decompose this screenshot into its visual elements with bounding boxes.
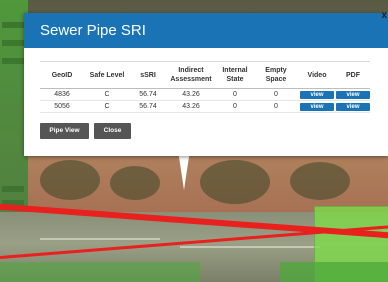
tree-canopy bbox=[290, 162, 350, 200]
cell-geoid: 4836 bbox=[40, 88, 84, 101]
popup-title: Sewer Pipe SRI bbox=[40, 22, 146, 39]
column-header-ssri: sSRI bbox=[130, 61, 166, 89]
parcel-cell bbox=[2, 22, 24, 28]
pdf-view-button[interactable]: view bbox=[336, 102, 370, 111]
parcel-cell bbox=[2, 58, 24, 64]
table-row: 4836 C 56.74 43.26 0 0 view view bbox=[40, 88, 370, 101]
cell-geoid: 5056 bbox=[40, 100, 84, 113]
popup-pointer bbox=[178, 150, 190, 190]
column-header-geoid: GeoID bbox=[40, 61, 84, 89]
cell-pdf: view bbox=[336, 100, 370, 113]
column-header-safe-level: Safe Level bbox=[84, 61, 130, 89]
parcel-cell bbox=[2, 186, 24, 192]
sewer-pipe-popup: Sewer Pipe SRI x GeoID Safe Level sSRI I… bbox=[24, 10, 388, 156]
column-header-video: Video bbox=[298, 61, 336, 89]
cell-internal-state: 0 bbox=[216, 88, 254, 101]
tree-canopy bbox=[200, 160, 270, 204]
cell-ssri: 56.74 bbox=[130, 88, 166, 101]
video-view-button[interactable]: view bbox=[300, 102, 334, 111]
column-header-internal-state: Internal State bbox=[216, 61, 254, 89]
popup-header: Sewer Pipe SRI bbox=[24, 13, 388, 48]
pdf-view-button[interactable]: view bbox=[336, 90, 370, 99]
table-row: 5056 C 56.74 43.26 0 0 view view bbox=[40, 100, 370, 113]
lane-marking bbox=[40, 238, 160, 240]
table-header-row: GeoID Safe Level sSRI Indirect Assessmen… bbox=[40, 61, 370, 89]
close-button[interactable]: Close bbox=[94, 123, 131, 139]
cell-indirect-assessment: 43.26 bbox=[166, 100, 216, 113]
cell-ssri: 56.74 bbox=[130, 100, 166, 113]
cell-pdf: view bbox=[336, 88, 370, 101]
cell-safe-level: C bbox=[84, 100, 130, 113]
cell-indirect-assessment: 43.26 bbox=[166, 88, 216, 101]
tree-canopy bbox=[110, 166, 160, 200]
video-view-button[interactable]: view bbox=[300, 90, 334, 99]
tree-canopy bbox=[40, 160, 100, 200]
cell-empty-space: 0 bbox=[254, 100, 298, 113]
column-header-pdf: PDF bbox=[336, 61, 370, 89]
parcel-cell bbox=[2, 40, 24, 46]
parcel-highlight bbox=[280, 262, 388, 282]
cell-safe-level: C bbox=[84, 88, 130, 101]
cell-internal-state: 0 bbox=[216, 100, 254, 113]
column-header-empty-space: Empty Space bbox=[254, 61, 298, 89]
close-icon[interactable]: x bbox=[381, 10, 387, 22]
pipe-view-button[interactable]: Pipe View bbox=[40, 123, 89, 139]
cell-empty-space: 0 bbox=[254, 88, 298, 101]
parcel-highlight bbox=[0, 262, 200, 282]
sri-table: GeoID Safe Level sSRI Indirect Assessmen… bbox=[40, 61, 370, 113]
column-header-indirect-assessment: Indirect Assessment bbox=[166, 61, 216, 89]
lane-marking bbox=[180, 246, 320, 248]
sri-table-container: GeoID Safe Level sSRI Indirect Assessmen… bbox=[40, 61, 370, 113]
cell-video: view bbox=[298, 100, 336, 113]
cell-video: view bbox=[298, 88, 336, 101]
